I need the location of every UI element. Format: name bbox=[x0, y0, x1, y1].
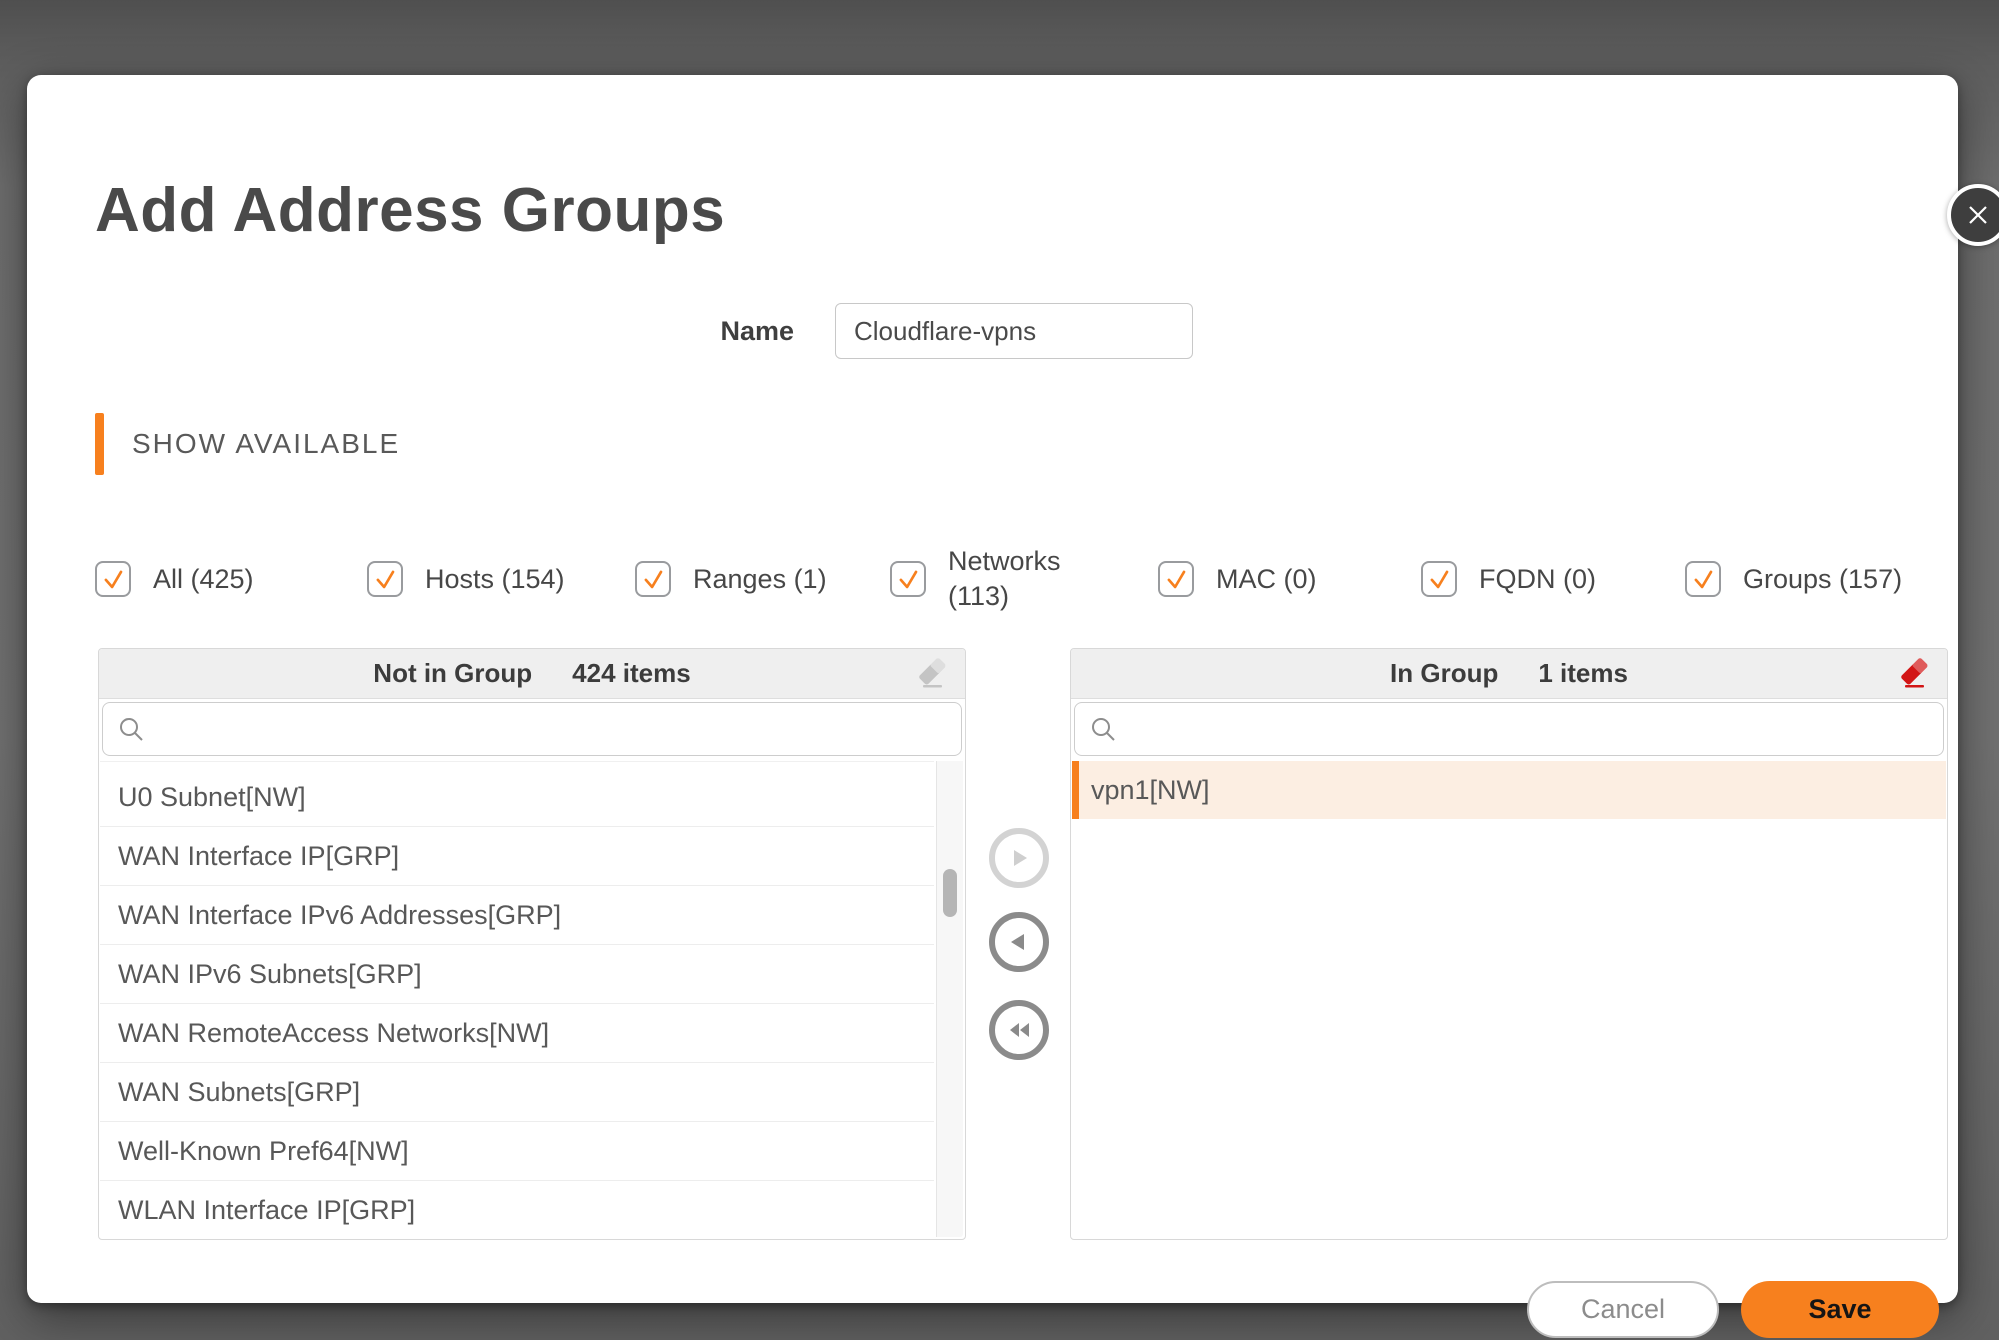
not-in-group-panel: Not in Group 424 items bbox=[98, 648, 966, 1240]
filter-label: Groups (157) bbox=[1743, 562, 1902, 597]
checkbox-checked-icon[interactable] bbox=[1685, 561, 1721, 597]
filter-label: Hosts (154) bbox=[425, 562, 565, 597]
close-button[interactable] bbox=[1947, 184, 1999, 246]
filter-checkbox-item[interactable]: MAC (0) bbox=[1158, 561, 1421, 597]
search-input[interactable] bbox=[157, 703, 961, 755]
checkbox-checked-icon[interactable] bbox=[95, 561, 131, 597]
move-right-button[interactable] bbox=[989, 828, 1049, 888]
dialog-title: Add Address Groups bbox=[95, 175, 725, 246]
search-box bbox=[1074, 702, 1944, 756]
in-group-list: vpn1[NW] bbox=[1072, 761, 1946, 1238]
save-button[interactable]: Save bbox=[1741, 1281, 1939, 1338]
section-accent-bar bbox=[95, 413, 104, 475]
section-title: SHOW AVAILABLE bbox=[132, 428, 400, 460]
checkbox-checked-icon[interactable] bbox=[890, 561, 926, 597]
list-item-label: Well-Known Pref64[NW] bbox=[118, 1136, 409, 1167]
in-group-panel: In Group 1 items bbox=[1070, 648, 1948, 1240]
arrow-right-icon bbox=[1007, 846, 1031, 870]
filter-checkbox-item[interactable]: Ranges (1) bbox=[635, 561, 890, 597]
filter-checkbox-item[interactable]: FQDN (0) bbox=[1421, 561, 1685, 597]
filter-checkbox-item[interactable]: Hosts (154) bbox=[367, 561, 635, 597]
panel-item-count: 424 items bbox=[572, 658, 691, 689]
screen: Add Address Groups Name SHOW AVAILABLE A… bbox=[0, 0, 1999, 1340]
filter-label: FQDN (0) bbox=[1479, 562, 1596, 597]
checkbox-checked-icon[interactable] bbox=[1158, 561, 1194, 597]
search-icon bbox=[117, 715, 145, 743]
checkbox-checked-icon[interactable] bbox=[635, 561, 671, 597]
list-item[interactable]: WAN Interface IP[GRP] bbox=[100, 827, 934, 886]
list-item-label: WAN RemoteAccess Networks[NW] bbox=[118, 1018, 549, 1049]
filter-label: Ranges (1) bbox=[693, 562, 827, 597]
name-label: Name bbox=[667, 316, 835, 347]
list-item-label: U0 Subnet[NW] bbox=[118, 782, 306, 813]
list-item[interactable]: WAN Subnets[GRP] bbox=[100, 1063, 934, 1122]
cancel-button[interactable]: Cancel bbox=[1527, 1281, 1719, 1338]
list-item-label: WAN Subnets[GRP] bbox=[118, 1077, 360, 1108]
list-item-label: WLAN Interface IP[GRP] bbox=[118, 1195, 415, 1226]
list-item[interactable]: WAN Interface IPv6 Addresses[GRP] bbox=[100, 886, 934, 945]
list-item[interactable]: U0 Subnet[NW] bbox=[100, 768, 934, 827]
list-item[interactable]: WAN IPv6 Subnets[GRP] bbox=[100, 945, 934, 1004]
scrollbar-thumb[interactable] bbox=[943, 869, 957, 917]
search-box bbox=[102, 702, 962, 756]
checkbox-checked-icon[interactable] bbox=[1421, 561, 1457, 597]
filter-label: All (425) bbox=[153, 562, 254, 597]
eraser-icon[interactable] bbox=[1897, 658, 1931, 690]
filter-label: MAC (0) bbox=[1216, 562, 1317, 597]
list-item[interactable]: vpn1[NW] bbox=[1072, 761, 1946, 819]
filter-label: Networks (113) bbox=[948, 544, 1078, 613]
eraser-icon[interactable] bbox=[915, 658, 949, 690]
add-address-groups-dialog: Add Address Groups Name SHOW AVAILABLE A… bbox=[27, 75, 1958, 1303]
not-in-group-list: U0 Subnet[NW] WAN Interface IP[GRP] WAN … bbox=[100, 761, 934, 1238]
panel-title: Not in Group bbox=[373, 658, 532, 689]
move-all-left-button[interactable] bbox=[989, 1000, 1049, 1060]
move-left-button[interactable] bbox=[989, 912, 1049, 972]
scrollbar-track[interactable] bbox=[936, 761, 963, 1237]
filter-checkbox-item[interactable]: All (425) bbox=[95, 561, 367, 597]
filter-row: All (425) Hosts (154) Ranges (1) bbox=[95, 535, 1918, 623]
list-item-label: WAN IPv6 Subnets[GRP] bbox=[118, 959, 422, 990]
search-icon bbox=[1089, 715, 1117, 743]
show-available-section: SHOW AVAILABLE bbox=[95, 413, 400, 475]
arrow-left-icon bbox=[1007, 930, 1031, 954]
in-group-header: In Group 1 items bbox=[1071, 649, 1947, 699]
list-item-label: WAN Interface IP[GRP] bbox=[118, 841, 399, 872]
name-input[interactable] bbox=[835, 303, 1193, 359]
double-arrow-left-icon bbox=[1006, 1018, 1032, 1042]
list-item-label: vpn1[NW] bbox=[1091, 775, 1210, 806]
not-in-group-header: Not in Group 424 items bbox=[99, 649, 965, 699]
list-item-label: WAN Interface IPv6 Addresses[GRP] bbox=[118, 900, 561, 931]
name-field-row: Name bbox=[667, 303, 1193, 359]
panel-title: In Group bbox=[1390, 658, 1498, 689]
list-item[interactable]: WLAN Interface IP[GRP] bbox=[100, 1181, 934, 1238]
search-input[interactable] bbox=[1129, 703, 1943, 755]
close-icon bbox=[1965, 202, 1991, 228]
filter-checkbox-item[interactable]: Groups (157) bbox=[1685, 561, 1902, 597]
list-item[interactable]: Well-Known Pref64[NW] bbox=[100, 1122, 934, 1181]
list-item[interactable]: WAN RemoteAccess Networks[NW] bbox=[100, 1004, 934, 1063]
filter-checkbox-item[interactable]: Networks (113) bbox=[890, 544, 1158, 613]
checkbox-checked-icon[interactable] bbox=[367, 561, 403, 597]
panel-item-count: 1 items bbox=[1538, 658, 1628, 689]
